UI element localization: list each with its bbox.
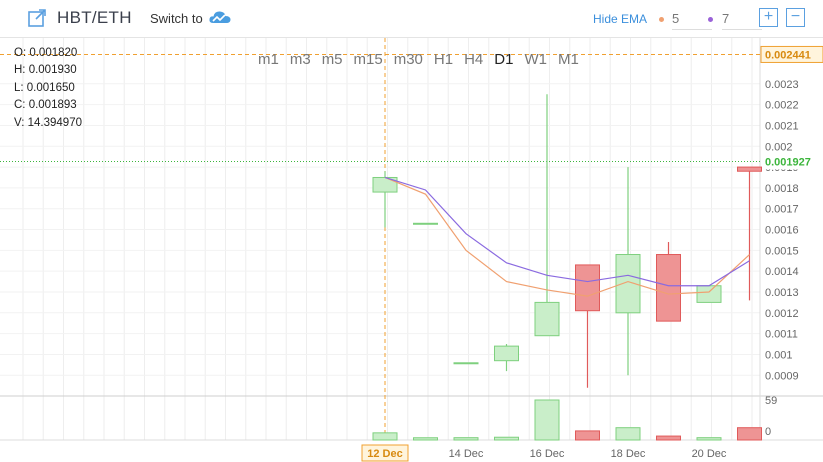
y-tick-label: 0.0016: [765, 225, 799, 237]
x-tick-label: 14 Dec: [449, 448, 484, 460]
y-tick-label: 0.0021: [765, 120, 799, 132]
volume-tick-label: 0: [765, 426, 771, 438]
interval-w1[interactable]: W1: [524, 51, 547, 68]
interval-selector: m1 m3 m5 m15 m30 H1 H4 D1 W1 M1: [258, 51, 590, 68]
zoom-out-button[interactable]: −: [786, 8, 805, 27]
y-tick-label: 0.0015: [765, 245, 799, 257]
interval-d1[interactable]: D1: [494, 51, 513, 68]
candle-body[interactable]: [575, 264, 600, 312]
ema2-period-input[interactable]: [722, 7, 762, 30]
ohlc-volume: V: 14.394970: [14, 116, 82, 129]
volume-tick-label: 59: [765, 395, 777, 407]
ema2-color-dot: [708, 17, 713, 22]
candle-body[interactable]: [453, 362, 479, 365]
ema1-color-dot: [659, 17, 664, 22]
switch-to-label: Switch to: [150, 11, 203, 26]
ema1-period-input[interactable]: [672, 7, 712, 30]
crosshair-price-label: 0.002441: [765, 49, 811, 61]
volume-bar[interactable]: [494, 436, 519, 441]
y-tick-label: 0.002: [765, 141, 793, 153]
interval-m15[interactable]: m15: [354, 51, 383, 68]
x-tick-label: 16 Dec: [530, 448, 565, 460]
candle-body[interactable]: [413, 222, 438, 225]
volume-bar[interactable]: [413, 437, 438, 441]
candle-body[interactable]: [494, 345, 519, 362]
zoom-in-button[interactable]: +: [759, 8, 778, 27]
interval-month[interactable]: M1: [558, 51, 579, 68]
ohlc-readout: O: 0.001820 H: 0.001930 L: 0.001650 C: 0…: [14, 45, 82, 132]
crosshair-date-label: 12 Dec: [367, 448, 402, 460]
volume-bar[interactable]: [737, 427, 762, 441]
y-tick-label: 0.0013: [765, 287, 799, 299]
y-tick-label: 0.001: [765, 349, 793, 361]
y-tick-label: 0.0011: [765, 329, 798, 341]
interval-h1[interactable]: H1: [434, 51, 453, 68]
interval-h4[interactable]: H4: [464, 51, 483, 68]
volume-bar[interactable]: [453, 437, 479, 441]
pair-title: HBT/ETH: [57, 8, 132, 27]
external-link-icon[interactable]: [27, 8, 47, 28]
y-tick-label: 0.0023: [765, 79, 799, 91]
candle-body[interactable]: [534, 301, 560, 337]
interval-m1[interactable]: m1: [258, 51, 279, 68]
volume-bar[interactable]: [575, 430, 600, 441]
candlestick-chart[interactable]: 0.0009 0.001 0.0011 0.0012 0.0013 0.0014 0.001…: [0, 38, 823, 462]
ohlc-low: L: 0.001650: [14, 81, 75, 94]
chart-header: HBT/ETH Switch to Hide EMA + −: [0, 0, 823, 38]
candle-body[interactable]: [696, 285, 722, 303]
candle-body[interactable]: [656, 254, 681, 322]
volume-bar[interactable]: [656, 435, 681, 441]
y-tick-label: 0.0022: [765, 100, 799, 112]
volume-bar[interactable]: [696, 437, 722, 441]
y-tick-label: 0.0018: [765, 183, 799, 195]
interval-m30[interactable]: m30: [394, 51, 423, 68]
x-tick-label: 18 Dec: [611, 448, 646, 460]
volume-bar[interactable]: [372, 432, 398, 441]
interval-m5[interactable]: m5: [322, 51, 343, 68]
y-tick-label: 0.0014: [765, 266, 799, 278]
hide-ema-button[interactable]: Hide EMA: [593, 12, 647, 26]
interval-m3[interactable]: m3: [290, 51, 311, 68]
y-tick-label: 0.0009: [765, 370, 799, 382]
volume-bar[interactable]: [615, 427, 641, 441]
x-tick-label: 20 Dec: [692, 448, 727, 460]
cloud-chart-icon[interactable]: [208, 9, 232, 25]
ohlc-close: C: 0.001893: [14, 99, 77, 112]
ema-line-2: [384, 176, 750, 287]
candle-body[interactable]: [737, 166, 762, 172]
y-tick-label: 0.0012: [765, 308, 799, 320]
ohlc-open: O: 0.001820: [14, 47, 78, 59]
y-tick-label: 0.0017: [765, 204, 799, 216]
last-price-label: 0.001927: [765, 156, 811, 168]
ohlc-high: H: 0.001930: [14, 64, 77, 77]
volume-bar[interactable]: [534, 399, 560, 441]
